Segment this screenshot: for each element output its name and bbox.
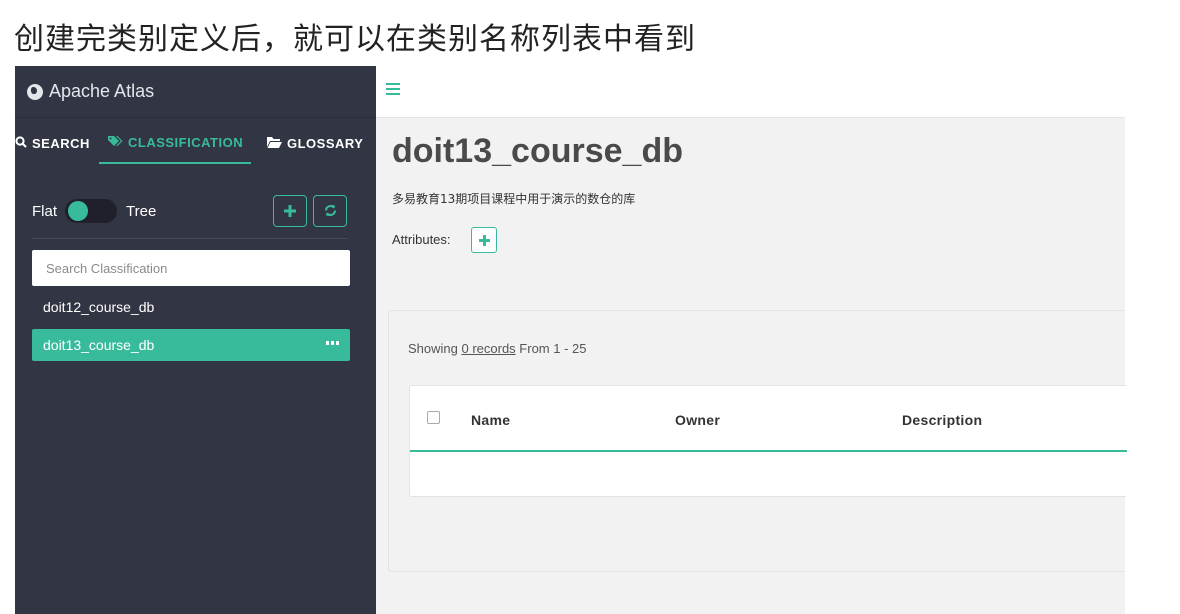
- tab-classification[interactable]: CLASSIFICATION: [99, 122, 251, 164]
- hamburger-icon[interactable]: [386, 83, 400, 95]
- select-all-checkbox[interactable]: [427, 411, 440, 424]
- more-options-icon[interactable]: [326, 341, 339, 345]
- classification-item[interactable]: doit12_course_db: [32, 291, 350, 323]
- toggle-tree-label: Tree: [126, 202, 157, 220]
- add-classification-button[interactable]: [273, 195, 307, 227]
- records-link[interactable]: 0 records: [461, 341, 515, 356]
- refresh-icon: [324, 201, 337, 222]
- page-title: doit13_course_db: [392, 132, 683, 170]
- sidebar-tabs: SEARCH CLASSIFICATION GLOSSARY: [15, 122, 376, 164]
- tab-glossary-label: GLOSSARY: [287, 135, 364, 151]
- results-table: Name Owner Description: [409, 385, 1127, 497]
- add-attribute-button[interactable]: [471, 227, 497, 253]
- switch-knob: [68, 201, 89, 221]
- tab-search-label: SEARCH: [32, 135, 90, 151]
- sidebar-divider: [32, 238, 348, 239]
- column-header-name[interactable]: Name: [471, 412, 510, 428]
- table-header: Name Owner Description: [410, 386, 1127, 452]
- plus-icon: [284, 201, 296, 222]
- tag-icon: [107, 135, 123, 150]
- classification-item-label: doit12_course_db: [43, 299, 155, 315]
- column-header-owner[interactable]: Owner: [675, 412, 720, 428]
- main-content: doit13_course_db 多易教育13期项目课程中用于演示的数仓的库 A…: [376, 66, 1127, 614]
- showing-prefix: Showing: [408, 341, 462, 356]
- globe-icon: [27, 83, 43, 100]
- brand-title: Apache Atlas: [49, 81, 155, 101]
- flat-tree-switch[interactable]: [65, 199, 118, 223]
- top-bar: [376, 66, 1125, 118]
- classification-item-label: doit13_course_db: [43, 337, 155, 353]
- record-count: Showing 0 records From 1 - 25: [408, 341, 586, 356]
- atlas-app: Apache Atlas SEARCH CLASSIFICATION GLOSS…: [15, 66, 1127, 614]
- tab-glossary[interactable]: GLOSSARY: [267, 122, 363, 164]
- tab-classification-label: CLASSIFICATION: [128, 134, 244, 150]
- column-header-description[interactable]: Description: [902, 412, 982, 428]
- search-icon: [15, 135, 27, 151]
- attributes-label: Attributes:: [392, 232, 451, 247]
- showing-suffix: From 1 - 25: [515, 341, 587, 356]
- toggle-flat-label: Flat: [32, 202, 58, 220]
- classification-item-selected[interactable]: doit13_course_db: [32, 329, 350, 361]
- sidebar: Apache Atlas SEARCH CLASSIFICATION GLOSS…: [15, 66, 376, 614]
- folder-icon: [267, 136, 282, 151]
- search-classification-input[interactable]: [32, 250, 350, 286]
- results-panel: Showing 0 records From 1 - 25 Name Owner…: [388, 310, 1127, 572]
- tab-search[interactable]: SEARCH: [15, 122, 90, 164]
- caption-text: 创建完类别定义后，就可以在类别名称列表中看到: [14, 22, 696, 57]
- refresh-button[interactable]: [313, 195, 347, 227]
- page-description: 多易教育13期项目课程中用于演示的数仓的库: [392, 192, 636, 206]
- brand[interactable]: Apache Atlas: [15, 66, 376, 118]
- plus-icon: [478, 230, 490, 251]
